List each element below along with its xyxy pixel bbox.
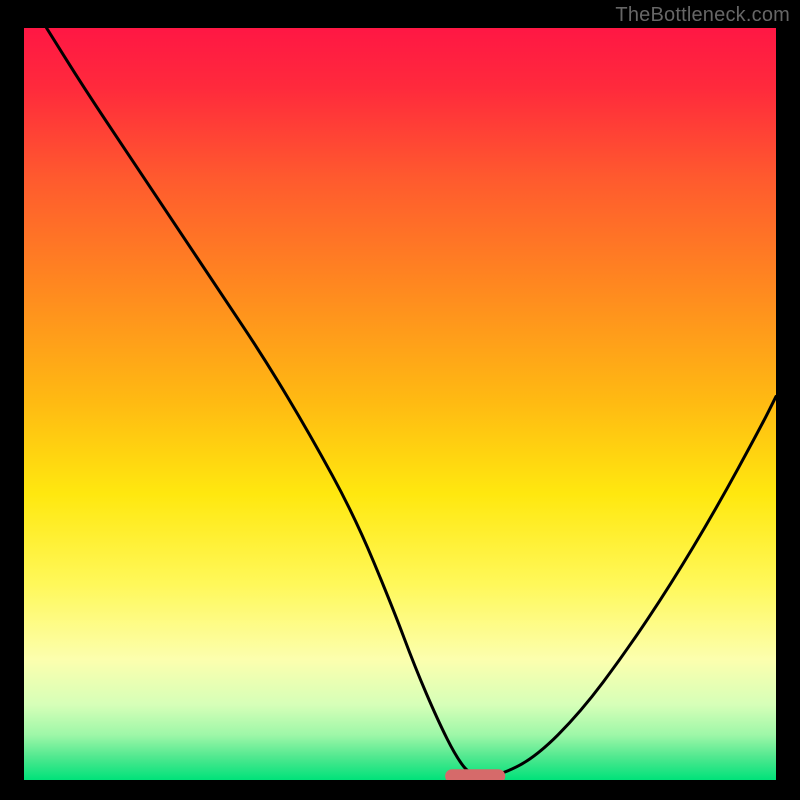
stage: TheBottleneck.com xyxy=(0,0,800,800)
watermark-text: TheBottleneck.com xyxy=(615,4,790,27)
chart-plot xyxy=(24,28,776,780)
optimal-marker xyxy=(445,769,505,780)
chart-svg xyxy=(24,28,776,780)
chart-background xyxy=(24,28,776,780)
